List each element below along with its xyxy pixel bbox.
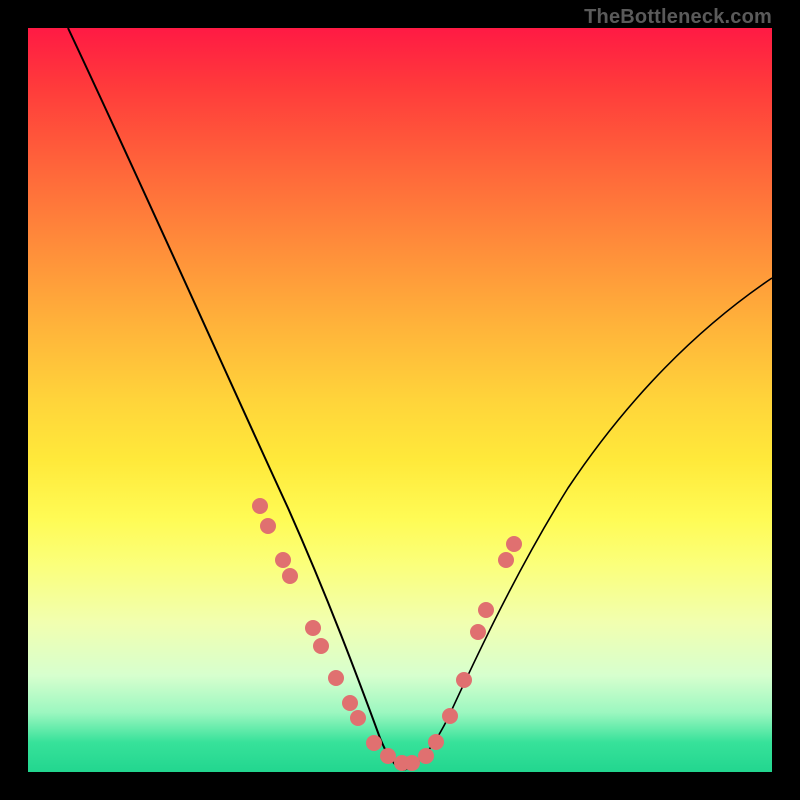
dot [404, 755, 420, 771]
dot [418, 748, 434, 764]
curve-right-branch [404, 278, 772, 770]
watermark-text: TheBottleneck.com [584, 6, 772, 29]
dot [470, 624, 486, 640]
dot [342, 695, 358, 711]
dot [442, 708, 458, 724]
dot [380, 748, 396, 764]
dot [275, 552, 291, 568]
dot [252, 498, 268, 514]
chart-frame [28, 28, 772, 772]
dot [456, 672, 472, 688]
chart-svg [28, 28, 772, 772]
dot [498, 552, 514, 568]
dot [282, 568, 298, 584]
dot [428, 734, 444, 750]
dot [478, 602, 494, 618]
dot [305, 620, 321, 636]
dot [366, 735, 382, 751]
dot [350, 710, 366, 726]
scatter-points [252, 498, 522, 771]
dot [313, 638, 329, 654]
dot [260, 518, 276, 534]
curve-left-branch [68, 28, 404, 770]
dot [328, 670, 344, 686]
dot [506, 536, 522, 552]
